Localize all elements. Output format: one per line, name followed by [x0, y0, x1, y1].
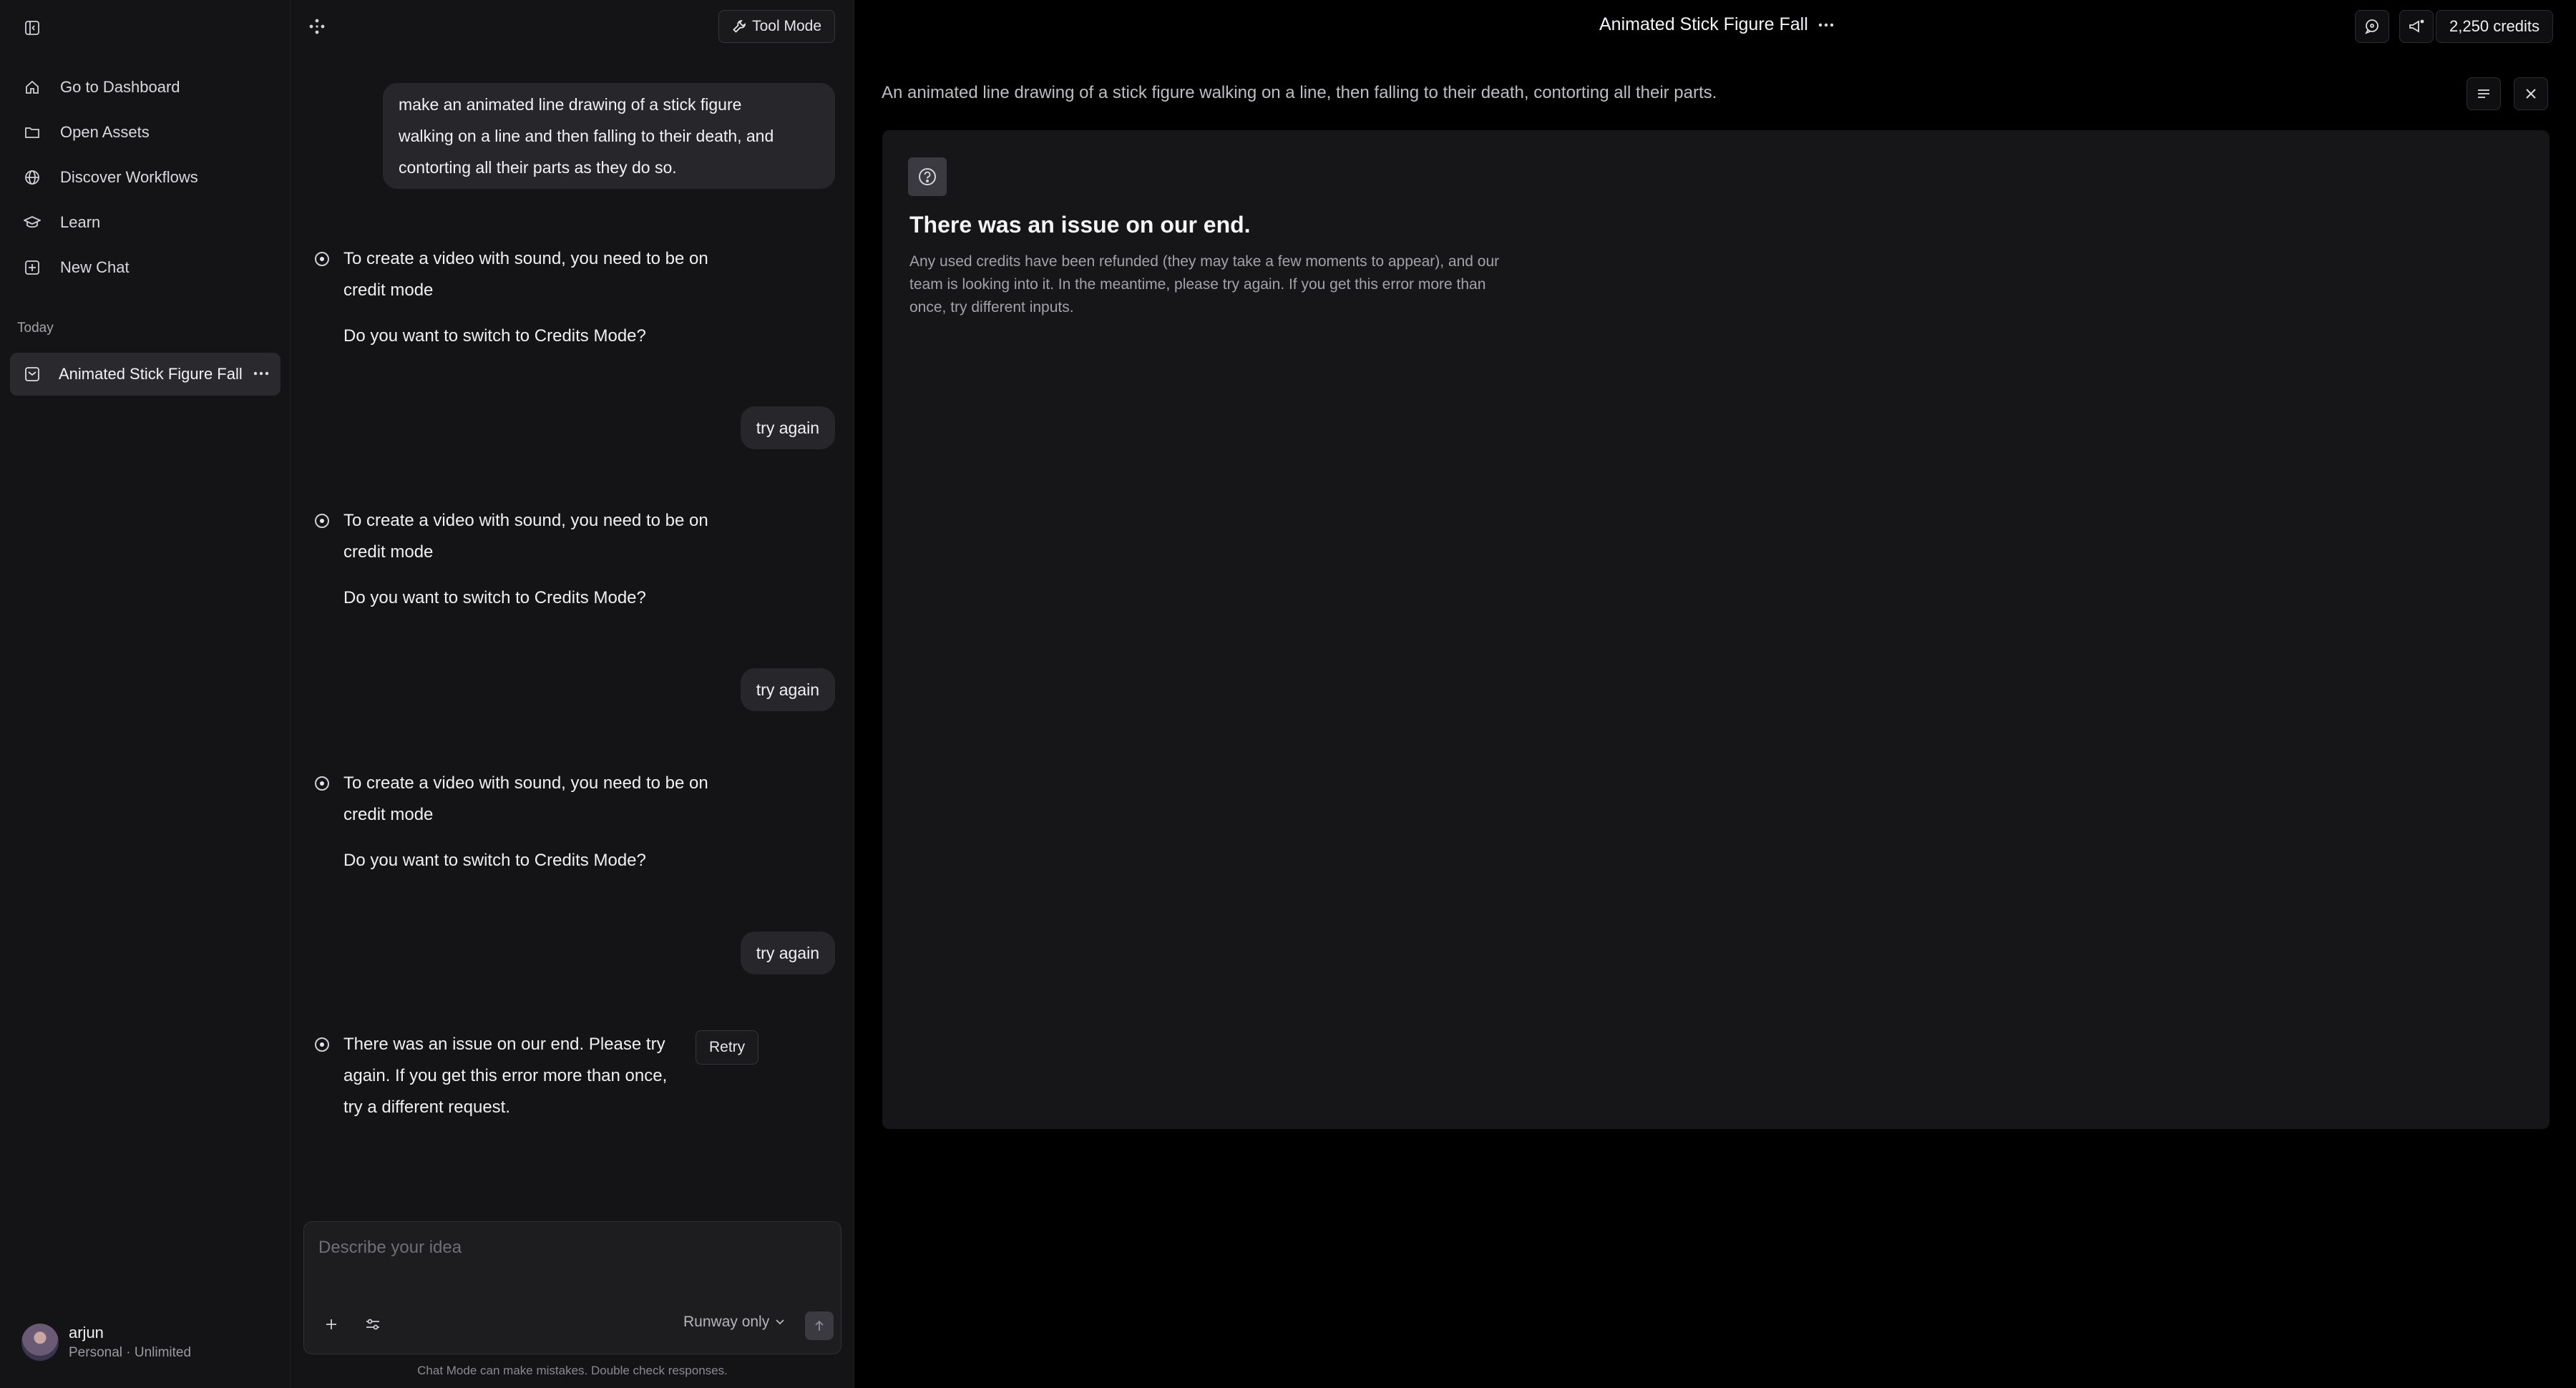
wrench-icon [732, 19, 746, 34]
page-title-text: Animated Stick Figure Fall [1599, 14, 1808, 34]
title-more-options-icon[interactable] [1818, 23, 1834, 27]
folder-icon [21, 122, 43, 143]
close-icon [2525, 88, 2537, 99]
assistant-dot-icon [315, 776, 329, 791]
sidebar-item-new-chat[interactable]: New Chat [10, 248, 280, 287]
announcements-button[interactable] [2399, 10, 2434, 43]
section-label-today: Today [17, 321, 54, 336]
page-title: Animated Stick Figure Fall [1599, 14, 1834, 35]
home-icon [21, 77, 43, 98]
plus-square-icon [21, 257, 43, 278]
assistant-message-question: Do you want to switch to Credits Mode? [343, 851, 646, 870]
chat-composer: Runway only [303, 1221, 841, 1354]
main-panel: Animated Stick Figure Fall 2,250 credits… [855, 0, 2576, 1388]
close-button[interactable] [2514, 77, 2548, 110]
chat-disclaimer: Chat Mode can make mistakes. Double chec… [417, 1364, 728, 1377]
profile-name: arjun [69, 1324, 104, 1341]
assistant-message-text: There was an issue on our end. Please tr… [343, 1035, 668, 1117]
user-message: make an animated line drawing of a stick… [383, 83, 835, 189]
prompt-input[interactable] [317, 1233, 818, 1262]
chat-bubble-icon [2364, 19, 2380, 34]
user-message: try again [740, 932, 835, 974]
sidebar-item-label: Go to Dashboard [60, 78, 180, 96]
chat-panel: Tool Mode make an animated line drawing … [291, 0, 854, 1388]
assistant-error-message: There was an issue on our end. Please tr… [315, 1029, 687, 1123]
user-profile[interactable]: arjun Personal · Unlimited [21, 1324, 191, 1361]
chat-history-label: Animated Stick Figure Fall [59, 365, 243, 383]
user-message: try again [740, 668, 835, 711]
user-message-line: walking on a line and then falling to th… [399, 127, 774, 145]
chevron-down-icon [775, 1319, 785, 1326]
sidebar-item-learn[interactable]: Learn [10, 203, 280, 242]
assistant-message-text: To create a video with sound, you need t… [343, 773, 708, 824]
sidebar-item-label: New Chat [60, 258, 130, 276]
workflow-nodes-icon[interactable] [306, 16, 328, 37]
assistant-dot-icon [315, 252, 329, 266]
send-button[interactable] [805, 1311, 834, 1340]
assistant-message-question: Do you want to switch to Credits Mode? [343, 588, 646, 607]
add-attachment-button[interactable] [317, 1310, 346, 1339]
sidebar: Go to Dashboard Open Assets Discover Wor… [0, 0, 291, 1388]
assistant-dot-icon [315, 514, 329, 528]
model-select-label: Runway only [683, 1314, 770, 1330]
sidebar-item-dashboard[interactable]: Go to Dashboard [10, 68, 280, 107]
sidebar-item-label: Open Assets [60, 123, 150, 141]
error-title: There was an issue on our end. [909, 212, 1251, 238]
error-card: There was an issue on our end. Any used … [882, 130, 2550, 1129]
retry-button[interactable]: Retry [696, 1030, 759, 1065]
user-message-line: make an animated line drawing of a stick… [399, 95, 742, 114]
sidebar-nav: Go to Dashboard Open Assets Discover Wor… [10, 68, 280, 293]
details-button[interactable] [2467, 77, 2501, 110]
question-circle-icon [908, 157, 947, 196]
menu-lines-icon [2477, 88, 2491, 99]
feedback-button[interactable] [2355, 10, 2389, 43]
error-body: Any used credits have been refunded (the… [909, 253, 1500, 316]
avatar [21, 1324, 59, 1361]
generation-prompt: An animated line drawing of a stick figu… [882, 83, 1717, 102]
tool-mode-button[interactable]: Tool Mode [718, 10, 835, 43]
sidebar-item-workflows[interactable]: Discover Workflows [10, 158, 280, 197]
assistant-message-text: To create a video with sound, you need t… [343, 249, 708, 300]
sidebar-item-label: Learn [60, 213, 101, 231]
assistant-message-text: To create a video with sound, you need t… [343, 511, 708, 562]
sidebar-item-label: Discover Workflows [60, 168, 198, 186]
user-message-line: contorting all their parts as they do so… [399, 158, 677, 177]
user-message: try again [740, 406, 835, 449]
settings-sliders-button[interactable] [358, 1310, 387, 1339]
chat-thumbnail-icon [21, 363, 43, 385]
assistant-message-question: Do you want to switch to Credits Mode? [343, 326, 646, 346]
chat-history-item[interactable]: Animated Stick Figure Fall [10, 353, 280, 396]
globe-icon [21, 167, 43, 188]
assistant-dot-icon [315, 1037, 329, 1052]
profile-plan: Personal · Unlimited [69, 1345, 192, 1360]
assistant-message: To create a video with sound, you need t… [315, 505, 773, 614]
assistant-message: To create a video with sound, you need t… [315, 768, 773, 876]
tool-mode-label: Tool Mode [752, 18, 821, 34]
sidebar-toggle-icon[interactable] [21, 17, 43, 39]
assistant-message: To create a video with sound, you need t… [315, 243, 773, 352]
sidebar-item-assets[interactable]: Open Assets [10, 113, 280, 152]
more-options-icon[interactable] [250, 363, 272, 384]
credits-badge[interactable]: 2,250 credits [2436, 10, 2553, 43]
graduation-cap-icon [21, 212, 43, 233]
megaphone-icon [2408, 19, 2425, 34]
model-select[interactable]: Runway only [683, 1314, 785, 1331]
